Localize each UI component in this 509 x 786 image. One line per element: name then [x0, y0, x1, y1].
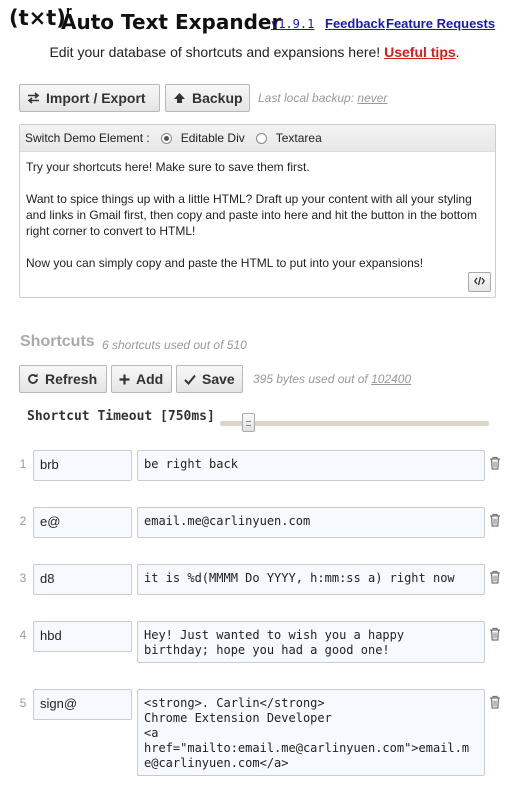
subtitle-suffix: . [455, 44, 460, 60]
demo-switch-bar: Switch Demo Element : Editable Div Texta… [20, 125, 495, 152]
row-number: 1 [19, 457, 27, 471]
code-icon [473, 273, 486, 291]
refresh-icon [27, 373, 39, 385]
row-number: 5 [19, 696, 27, 710]
add-button[interactable]: Add [111, 365, 172, 393]
row-number: 3 [19, 571, 27, 585]
save-button[interactable]: Save [176, 365, 243, 393]
shortcut-input[interactable]: d8 [33, 564, 132, 595]
timeout-slider-track[interactable] [220, 421, 489, 426]
checkmark-icon [184, 374, 196, 385]
expansion-input[interactable]: email.me@carlinyuen.com [137, 507, 485, 538]
feature-requests-link[interactable]: Feature Requests [386, 16, 495, 31]
subtitle-text: Edit your database of shortcuts and expa… [49, 44, 381, 60]
save-label: Save [202, 371, 235, 387]
demo-panel: Switch Demo Element : Editable Div Texta… [19, 124, 496, 298]
last-backup-prefix: Last local backup: [258, 91, 358, 105]
demo-paragraph: Now you can simply copy and paste the HT… [26, 256, 424, 270]
upload-cloud-icon [173, 92, 186, 104]
editable-div-radio[interactable] [160, 132, 172, 144]
shortcuts-count: 6 shortcuts used out of 510 [102, 338, 247, 352]
trash-icon[interactable] [489, 513, 501, 527]
bytes-used-note: 395 bytes used out of 102400 [253, 372, 411, 386]
bytes-used-prefix: 395 bytes used out of [253, 372, 372, 386]
row-number: 4 [19, 628, 27, 642]
textarea-radio[interactable] [255, 132, 267, 144]
demo-paragraph: Want to spice things up with a little HT… [26, 192, 477, 238]
convert-html-button[interactable] [468, 272, 491, 292]
header: (t×t)r Auto Text Expander v1.9.1 Feedbac… [0, 0, 509, 64]
expansion-input[interactable]: <strong>. Carlin</strong> Chrome Extensi… [137, 689, 485, 776]
useful-tips-link[interactable]: Useful tips [384, 44, 456, 60]
version-link[interactable]: v1.9.1 [271, 17, 314, 31]
trash-icon[interactable] [489, 456, 501, 470]
editable-div-label[interactable]: Editable Div [181, 131, 245, 145]
expansion-input[interactable]: it is %d(MMMM Do YYYY, h:mm:ss a) right … [137, 564, 485, 595]
refresh-button[interactable]: Refresh [19, 365, 107, 393]
add-label: Add [136, 371, 164, 387]
row-number: 2 [19, 514, 27, 528]
shortcut-input[interactable]: sign@ [33, 689, 132, 720]
import-export-label: Import / Export [46, 90, 146, 106]
trash-icon[interactable] [489, 627, 501, 641]
swap-arrows-icon [27, 92, 40, 104]
shortcut-input[interactable]: hbd [33, 621, 132, 652]
demo-paragraph: Try your shortcuts here! Make sure to sa… [26, 160, 310, 174]
expansion-input[interactable]: Hey! Just wanted to wish you a happy bir… [137, 621, 485, 663]
trash-icon[interactable] [489, 695, 501, 709]
shortcut-timeout-label: Shortcut Timeout [750ms] [27, 409, 215, 424]
subtitle: Edit your database of shortcuts and expa… [0, 44, 509, 60]
plus-icon [119, 374, 130, 385]
demo-editable-area[interactable]: Try your shortcuts here! Make sure to sa… [20, 152, 495, 294]
backup-button[interactable]: Backup [165, 84, 250, 112]
last-backup-value[interactable]: never [357, 91, 387, 105]
last-backup-note: Last local backup: never [258, 91, 387, 105]
refresh-label: Refresh [45, 371, 98, 387]
shortcut-input[interactable]: e@ [33, 507, 132, 538]
backup-label: Backup [192, 90, 243, 106]
feedback-link[interactable]: Feedback [325, 16, 385, 31]
timeout-slider-handle[interactable] [242, 413, 255, 432]
expansion-input[interactable]: be right back [137, 450, 485, 481]
demo-switch-label: Switch Demo Element : [25, 131, 150, 145]
app-title: Auto Text Expander [61, 10, 282, 34]
shortcut-input[interactable]: brb [33, 450, 132, 481]
import-export-button[interactable]: Import / Export [19, 84, 160, 112]
trash-icon[interactable] [489, 570, 501, 584]
bytes-max-link[interactable]: 102400 [371, 372, 411, 386]
shortcuts-heading: Shortcuts [20, 333, 95, 350]
textarea-label[interactable]: Textarea [276, 131, 322, 145]
